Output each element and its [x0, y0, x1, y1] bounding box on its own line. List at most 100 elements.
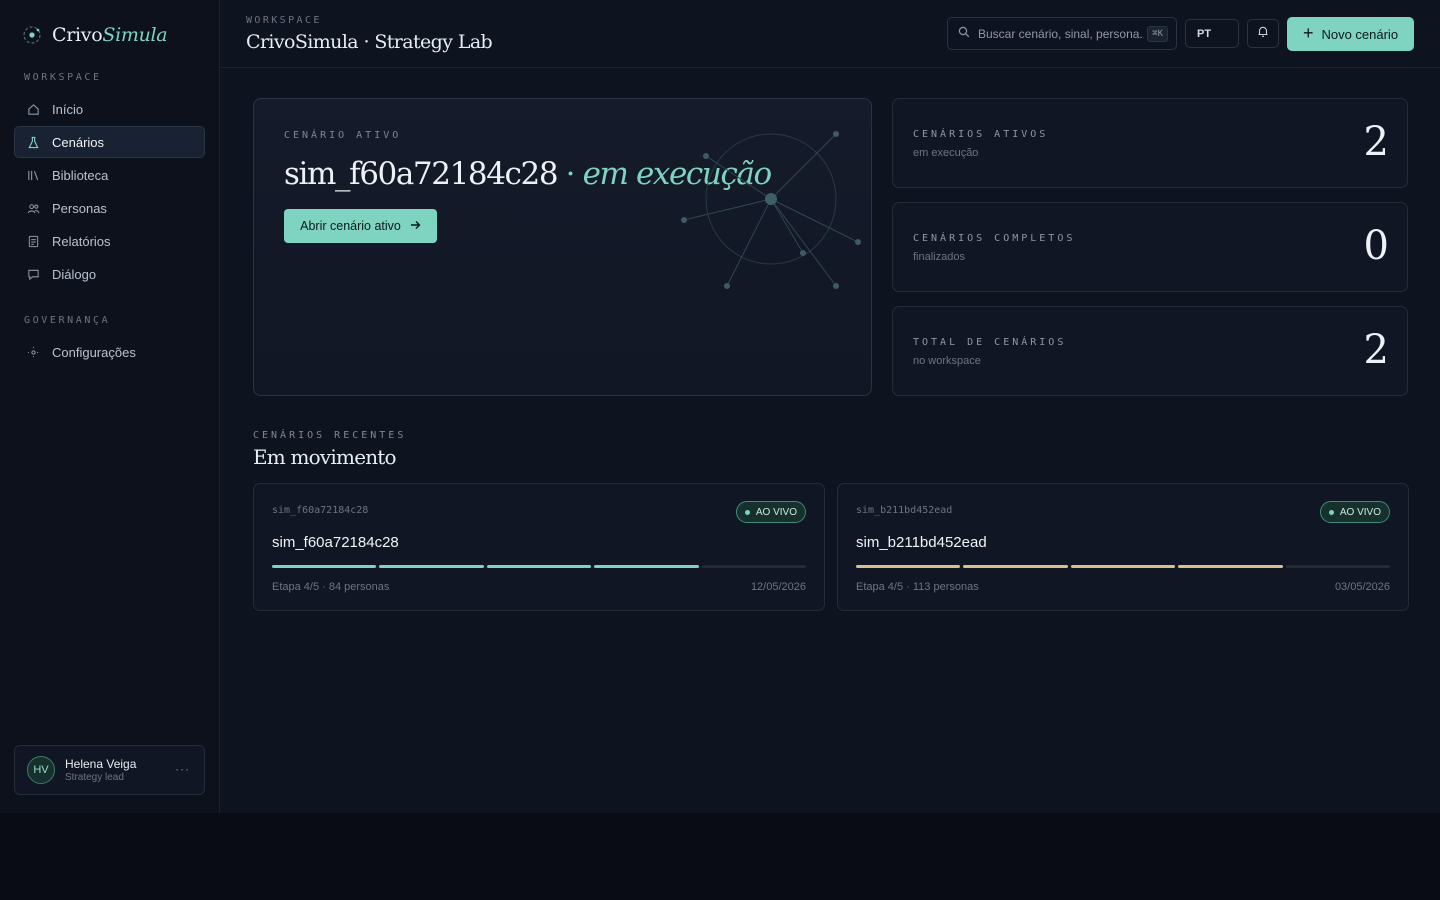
stat-value: 2 [1363, 119, 1389, 165]
open-active-scenario-label: Abrir cenário ativo [300, 219, 401, 233]
scenario-title: sim_b211bd452ead [856, 534, 987, 551]
sidebar-item-relatorios[interactable]: Relatórios [14, 225, 205, 257]
stat-label: TOTAL DE CENÁRIOS [913, 337, 1067, 348]
nav-section-workspace: WORKSPACE [24, 72, 102, 83]
scenario-card[interactable]: sim_f60a72184c28 AO VIVO sim_f60a72184c2… [253, 483, 825, 611]
report-icon [26, 234, 40, 248]
stat-value: 2 [1363, 327, 1389, 373]
shortcut-hint: ⌘K [1147, 26, 1168, 42]
stat-sub: em execução [913, 147, 979, 159]
stat-value: 0 [1363, 223, 1389, 269]
sidebar-item-inicio[interactable]: Início [14, 93, 205, 125]
scenario-id: sim_f60a72184c28 [272, 505, 369, 516]
progress-segment [1070, 565, 1176, 568]
app-window: CrivoSimula WORKSPACE Início Cenários Bi… [0, 0, 1440, 813]
sidebar-item-label: Biblioteca [52, 167, 109, 183]
progress-segment [1285, 565, 1391, 568]
scenario-meta: Etapa 4/5 · 113 personas [856, 581, 979, 593]
brand-name-accent: Simula [102, 24, 168, 46]
title-separator: · [565, 156, 576, 192]
scenario-title: sim_f60a72184c28 [272, 534, 399, 551]
users-icon [26, 201, 40, 215]
scenario-card[interactable]: sim_b211bd452ead AO VIVO sim_b211bd452ea… [837, 483, 1409, 611]
scenario-progress [856, 565, 1391, 568]
user-info: Helena Veiga Strategy lead [65, 757, 136, 783]
progress-segment [379, 565, 484, 568]
progress-segment [701, 565, 807, 568]
search-input[interactable] [978, 26, 1144, 41]
search-box[interactable]: ⌘K [947, 17, 1177, 50]
sidebar-item-dialogo[interactable]: Diálogo [14, 258, 205, 290]
stat-label: CENÁRIOS ATIVOS [913, 129, 1049, 140]
logo-icon [22, 25, 42, 45]
scenario-date: 03/05/2026 [1334, 581, 1390, 593]
sidebar: CrivoSimula WORKSPACE Início Cenários Bi… [0, 0, 220, 813]
sidebar-item-label: Início [52, 101, 84, 117]
scenario-progress [272, 565, 807, 568]
notifications-button[interactable] [1247, 19, 1279, 48]
nav-section-governanca: GOVERNANÇA [24, 315, 111, 326]
stat-card-completed: CENÁRIOS COMPLETOS finalizados 0 [892, 202, 1408, 292]
new-scenario-label: Novo cenário [1321, 26, 1399, 42]
user-card[interactable]: HV Helena Veiga Strategy lead ··· [14, 745, 205, 795]
sidebar-item-label: Cenários [52, 134, 105, 150]
scenario-id: sim_b211bd452ead [856, 505, 953, 516]
progress-segment [486, 565, 592, 568]
more-icon[interactable]: ··· [175, 762, 190, 776]
arrow-right-icon [410, 219, 421, 233]
sidebar-item-personas[interactable]: Personas [14, 192, 205, 224]
active-scenario-card: CENÁRIO ATIVO sim_f60a72184c28 · em exec… [253, 98, 872, 396]
user-role: Strategy lead [65, 772, 124, 783]
sidebar-item-label: Relatórios [52, 233, 111, 249]
progress-segment [856, 565, 961, 568]
recent-title: Em movimento [253, 445, 397, 469]
bell-icon [1257, 25, 1269, 43]
stat-sub: finalizados [913, 251, 965, 263]
library-icon [26, 168, 40, 182]
flask-icon [26, 135, 40, 149]
sidebar-item-label: Personas [52, 200, 107, 216]
live-dot-icon [1328, 509, 1334, 515]
progress-segment [963, 565, 1068, 568]
progress-segment [594, 565, 699, 568]
live-dot-icon [744, 509, 750, 515]
brand-name: CrivoSimula [52, 24, 168, 46]
sidebar-item-label: Diálogo [52, 266, 97, 282]
status-badge: AO VIVO [1319, 501, 1390, 523]
progress-segment [1178, 565, 1283, 568]
open-active-scenario-button[interactable]: Abrir cenário ativo [284, 209, 437, 243]
stat-sub: no workspace [913, 355, 981, 367]
page-title: CrivoSimula · Strategy Lab [246, 31, 493, 53]
user-name: Helena Veiga [65, 757, 137, 771]
chat-icon [26, 267, 40, 281]
topbar: WORKSPACE CrivoSimula · Strategy Lab ⌘K … [220, 0, 1440, 68]
sidebar-item-cenarios[interactable]: Cenários [14, 126, 205, 158]
new-scenario-button[interactable]: + Novo cenário [1287, 17, 1414, 51]
home-icon [26, 102, 40, 116]
stat-card-active: CENÁRIOS ATIVOS em execução 2 [892, 98, 1408, 188]
status-badge-label: AO VIVO [1339, 506, 1381, 518]
active-scenario-kicker: CENÁRIO ATIVO [284, 130, 402, 141]
network-graphic [681, 131, 861, 289]
progress-segment [272, 565, 377, 568]
main-content: WORKSPACE CrivoSimula · Strategy Lab ⌘K … [220, 0, 1440, 813]
sidebar-item-configuracoes[interactable]: Configurações [14, 336, 205, 368]
status-badge: AO VIVO [735, 501, 806, 523]
brand[interactable]: CrivoSimula [14, 0, 205, 70]
plus-icon: + [1302, 23, 1314, 43]
language-selector[interactable]: PT [1185, 19, 1239, 48]
brand-name-main: Crivo [52, 24, 103, 46]
stat-card-total: TOTAL DE CENÁRIOS no workspace 2 [892, 306, 1408, 396]
sidebar-item-biblioteca[interactable]: Biblioteca [14, 159, 205, 191]
recent-kicker: CENÁRIOS RECENTES [253, 430, 407, 441]
sidebar-item-label: Configurações [52, 344, 136, 360]
settings-icon [26, 345, 40, 359]
active-scenario-id: sim_f60a72184c28 [284, 156, 559, 192]
status-badge-label: AO VIVO [755, 506, 797, 518]
stat-label: CENÁRIOS COMPLETOS [913, 233, 1076, 244]
scenario-date: 12/05/2026 [750, 581, 806, 593]
search-icon [958, 25, 970, 43]
avatar: HV [27, 756, 55, 784]
scenario-meta: Etapa 4/5 · 84 personas [272, 581, 390, 593]
workspace-kicker: WORKSPACE [246, 15, 322, 26]
